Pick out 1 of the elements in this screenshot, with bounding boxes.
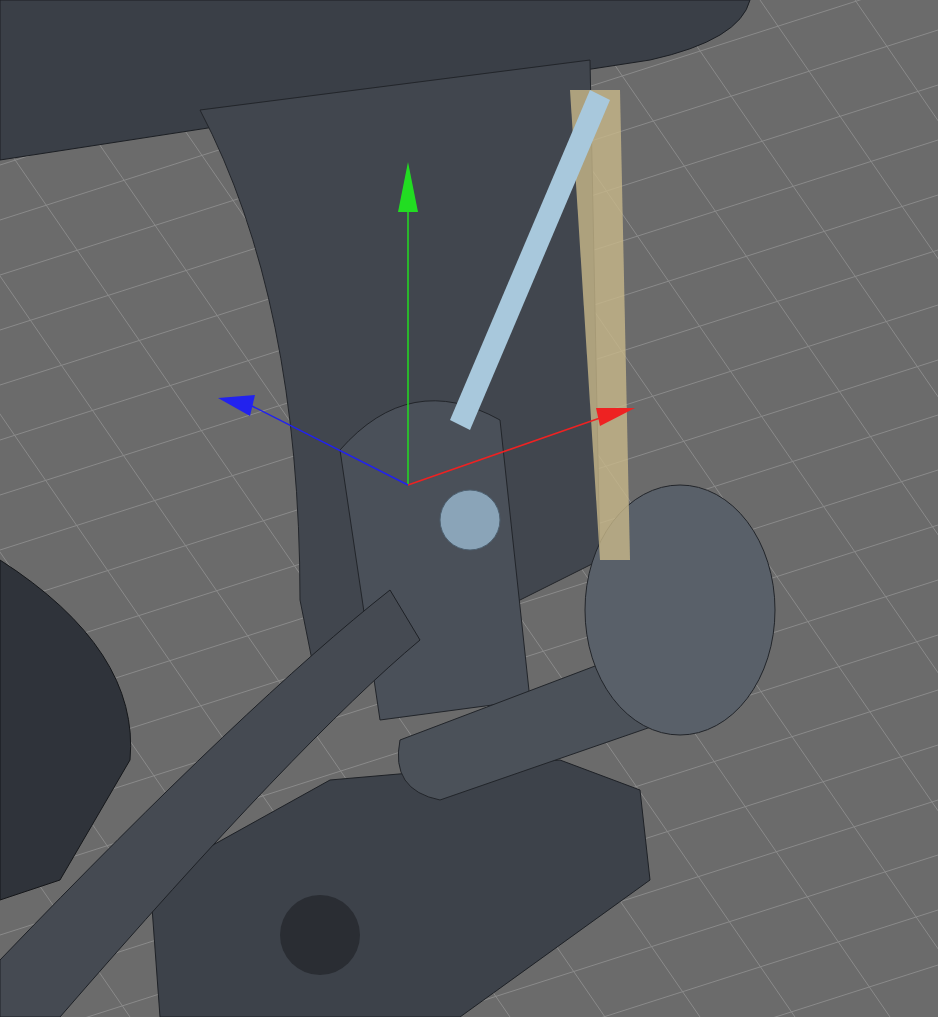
axis-gizmo[interactable] — [218, 162, 635, 486]
